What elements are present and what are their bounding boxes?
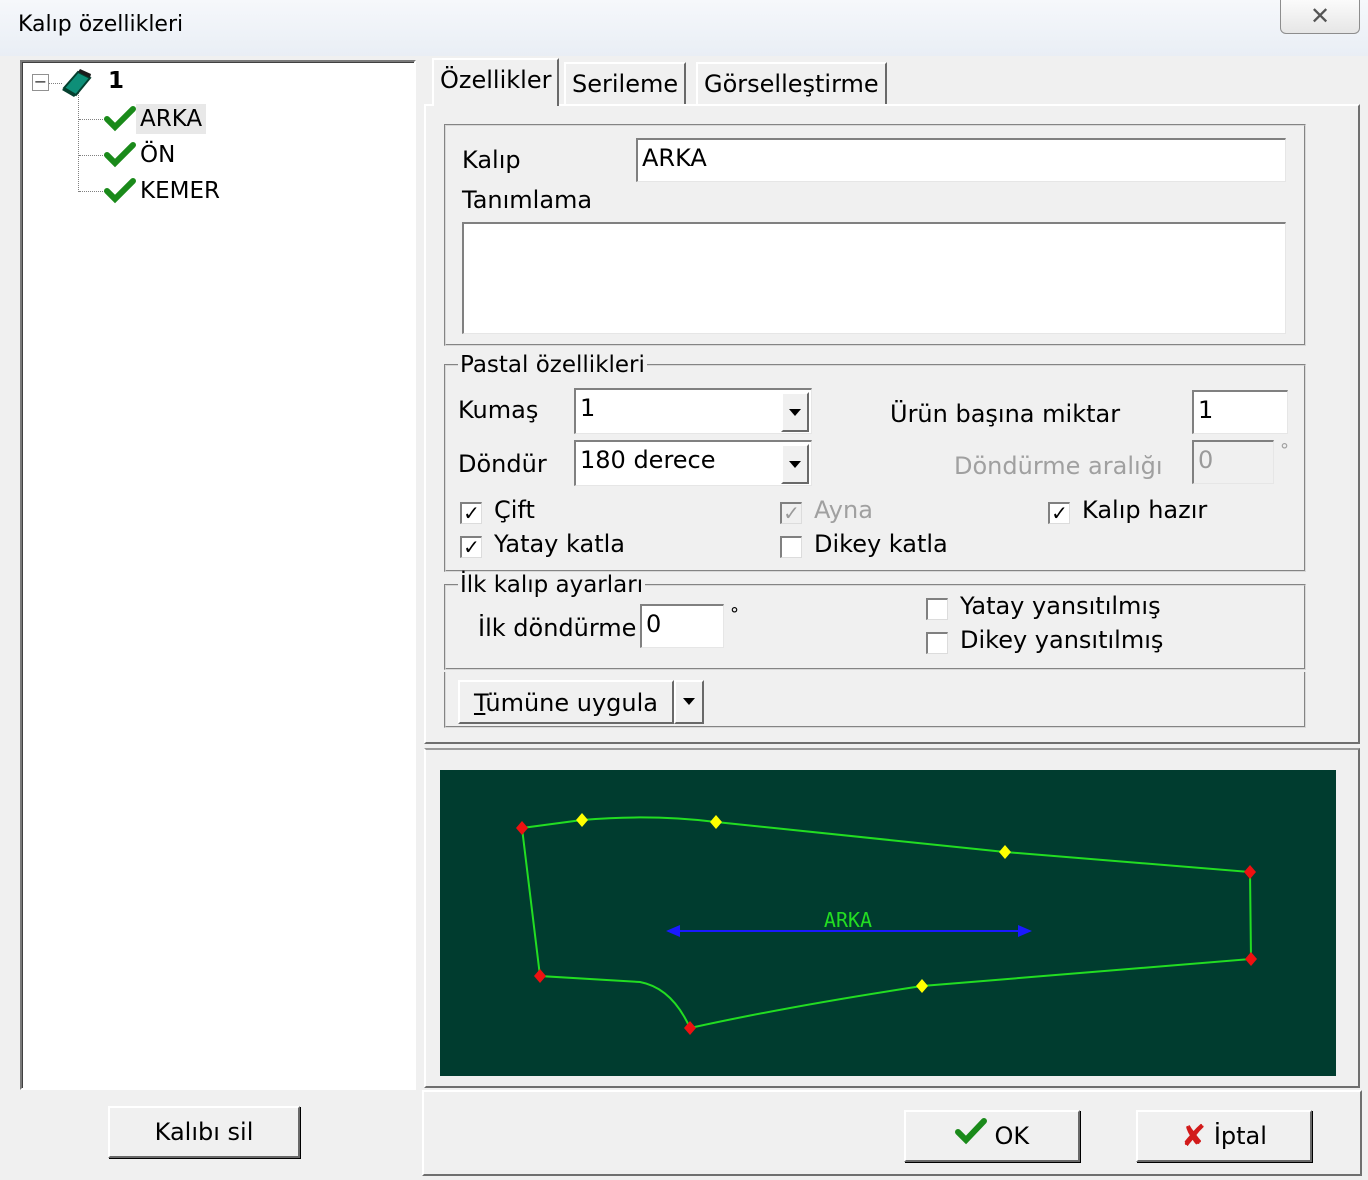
cift-label: Çift bbox=[494, 496, 535, 524]
description-textarea[interactable] bbox=[462, 222, 1286, 334]
rotate-interval-input[interactable]: 0 bbox=[1192, 440, 1274, 484]
dikey-yansitilmis-checkbox[interactable] bbox=[926, 632, 948, 654]
initial-rotation-label: İlk döndürme bbox=[478, 614, 637, 642]
degree-symbol: ° bbox=[1280, 440, 1289, 461]
tree-item-ön[interactable]: ÖN bbox=[140, 140, 175, 170]
qty-input[interactable]: 1 bbox=[1192, 390, 1288, 434]
grainline-arrow bbox=[666, 925, 680, 937]
kalip-hazir-label: Kalıp hazır bbox=[1082, 496, 1208, 524]
corner-point bbox=[516, 821, 528, 835]
mid-point bbox=[916, 979, 928, 993]
ayna-label: Ayna bbox=[814, 496, 873, 524]
kalip-hazir-checkbox[interactable]: ✓ bbox=[1048, 502, 1070, 524]
pattern-preview-svg: ARKA bbox=[516, 813, 1257, 1035]
checkmark-icon bbox=[954, 1113, 987, 1161]
collapse-icon[interactable]: − bbox=[32, 74, 49, 91]
corner-point bbox=[684, 1021, 696, 1035]
delete-pattern-button[interactable]: Kalıbı sil bbox=[108, 1106, 300, 1158]
grainline-arrow bbox=[1018, 925, 1032, 937]
corner-point bbox=[534, 969, 546, 983]
pattern-tree[interactable]: − 1 ARKA ÖN KEMER bbox=[20, 60, 416, 1090]
pastal-legend: Pastal özellikleri bbox=[458, 352, 647, 378]
tab-ozellikler[interactable]: Özellikler bbox=[432, 58, 560, 106]
dikey-yansitilmis-label: Dikey yansıtılmış bbox=[960, 626, 1164, 654]
ok-label: OK bbox=[994, 1122, 1030, 1150]
check-icon bbox=[104, 142, 136, 174]
dikey-katla-checkbox[interactable] bbox=[780, 536, 802, 558]
fabric-dropdown[interactable]: 1 bbox=[574, 388, 812, 434]
chevron-down-icon bbox=[683, 698, 695, 705]
fabric-label: Kumaş bbox=[458, 396, 539, 424]
rotate-value: 180 derece bbox=[580, 446, 716, 474]
pattern-preview: ARKA bbox=[440, 770, 1336, 1076]
yatay-yansitilmis-checkbox[interactable] bbox=[926, 598, 948, 620]
cross-icon: ✘ bbox=[1181, 1119, 1207, 1154]
pattern-name-input[interactable]: ARKA bbox=[636, 138, 1286, 182]
cancel-button[interactable]: ✘ İptal bbox=[1136, 1110, 1312, 1162]
apply-all-label: ümüne uygula bbox=[485, 689, 658, 717]
tree-root-label[interactable]: 1 bbox=[108, 68, 124, 94]
ok-button[interactable]: OK bbox=[904, 1110, 1080, 1162]
title-bar bbox=[0, 0, 1368, 56]
description-label: Tanımlama bbox=[462, 186, 593, 214]
apply-all-dropdown[interactable] bbox=[674, 680, 704, 724]
check-icon bbox=[104, 106, 136, 138]
initial-rotation-input[interactable]: 0 bbox=[640, 604, 724, 648]
rotate-interval-label: Döndürme aralığı bbox=[954, 452, 1163, 480]
tree-connector bbox=[79, 119, 107, 120]
tab-serileme[interactable]: Serileme bbox=[564, 62, 687, 104]
mid-point bbox=[999, 845, 1011, 859]
tree-connector bbox=[78, 92, 79, 192]
tree-item-arka[interactable]: ARKA bbox=[136, 104, 207, 134]
ayna-checkbox[interactable]: ✓ bbox=[780, 502, 802, 524]
mid-point bbox=[710, 815, 722, 829]
corner-point bbox=[1245, 952, 1257, 966]
qty-label: Ürün başına miktar bbox=[890, 400, 1121, 428]
degree-symbol: ° bbox=[730, 604, 739, 625]
apply-all-button[interactable]: Tümüne uygula bbox=[458, 680, 674, 724]
pattern-name-label: Kalıp bbox=[462, 146, 521, 174]
rotate-dropdown[interactable]: 180 derece bbox=[574, 440, 812, 486]
tree-connector bbox=[79, 155, 107, 156]
yatay-katla-label: Yatay katla bbox=[494, 530, 625, 558]
fabric-value: 1 bbox=[580, 394, 596, 422]
cancel-label: İptal bbox=[1213, 1122, 1267, 1150]
tab-gorsellestirme[interactable]: Görselleştirme bbox=[696, 62, 887, 104]
tree-item-kemer[interactable]: KEMER bbox=[140, 176, 220, 206]
apply-all-accel: T bbox=[473, 689, 486, 717]
yatay-yansitilmis-label: Yatay yansıtılmış bbox=[960, 592, 1161, 620]
cift-checkbox[interactable]: ✓ bbox=[460, 502, 482, 524]
dikey-katla-label: Dikey katla bbox=[814, 530, 948, 558]
close-button[interactable]: ✕ bbox=[1280, 0, 1360, 34]
model-icon bbox=[60, 68, 94, 104]
window-title: Kalıp özellikleri bbox=[18, 12, 184, 37]
preview-label: ARKA bbox=[824, 908, 872, 932]
mid-point bbox=[576, 813, 588, 827]
check-icon bbox=[104, 178, 136, 210]
chevron-down-icon[interactable] bbox=[781, 444, 809, 484]
yatay-katla-checkbox[interactable]: ✓ bbox=[460, 536, 482, 558]
rotate-label: Döndür bbox=[458, 450, 547, 478]
initial-legend: İlk kalıp ayarları bbox=[458, 572, 646, 598]
chevron-down-icon[interactable] bbox=[781, 392, 809, 432]
tree-connector bbox=[79, 191, 107, 192]
corner-point bbox=[1244, 865, 1256, 879]
pattern-outline bbox=[520, 816, 1253, 1030]
